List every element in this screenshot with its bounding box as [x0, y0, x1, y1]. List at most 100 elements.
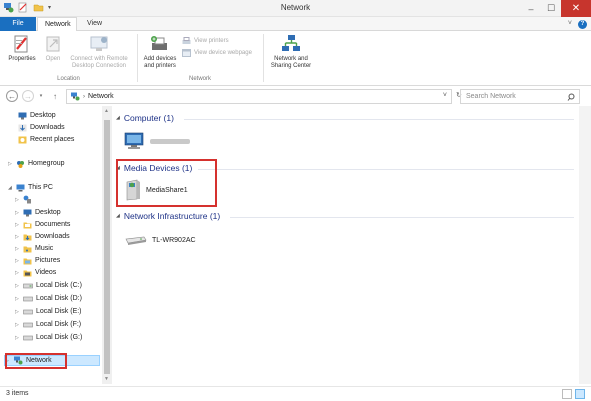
group-divider [184, 119, 574, 120]
navigation-bar: ← → ▾ ↑ › Network ˅ ↻ Search Network [0, 89, 591, 105]
expand-arrow-icon[interactable]: ▷ [15, 335, 20, 341]
expand-arrow-icon[interactable]: ▷ [15, 296, 20, 302]
group-header-network-infrastructure[interactable]: ◢ Network Infrastructure (1) [116, 211, 220, 221]
homegroup-icon [17, 160, 24, 168]
properties-button[interactable]: Properties [5, 34, 39, 63]
open-button[interactable]: Open [40, 34, 66, 63]
search-input[interactable]: Search Network [460, 89, 580, 104]
open-icon [46, 36, 60, 52]
nav-item-local-disk-e[interactable]: ▷ Local Disk (E:) [15, 306, 82, 317]
address-bar[interactable]: › Network ˅ [66, 89, 452, 104]
view-printers-button[interactable]: View printers [182, 37, 229, 45]
nav-item-documents[interactable]: ▷ Documents [15, 219, 70, 230]
desktop-icon [18, 112, 27, 119]
router-label: TL-WR902AC [152, 236, 196, 244]
expand-arrow-icon[interactable]: ▷ [15, 283, 20, 289]
nav-item-label: Local Disk (E:) [36, 308, 82, 315]
nav-item-label: Local Disk (G:) [36, 334, 83, 341]
open-label: Open [45, 56, 61, 62]
expand-arrow-icon[interactable]: ▷ [15, 258, 20, 264]
view-printers-label: View printers [194, 38, 229, 44]
ribbon-expand-icon[interactable]: ˅ [568, 20, 572, 29]
group-header-label: Computer (1) [123, 113, 174, 123]
network-sharing-center-button[interactable]: Network and Sharing Center [266, 34, 316, 70]
forward-button[interactable]: → [22, 90, 34, 102]
collapse-group-icon[interactable]: ◢ [116, 213, 120, 219]
drive-icon [23, 296, 33, 301]
nav-item-pictures[interactable]: ▷ Pictures [15, 255, 60, 266]
up-button[interactable]: ↑ [49, 90, 61, 102]
nav-item-local-disk-f[interactable]: ▷ Local Disk (F:) [15, 319, 81, 330]
remote-desktop-icon [90, 36, 108, 51]
nav-item-label: Music [35, 245, 54, 252]
minimize-button[interactable]: ‒ [521, 0, 541, 17]
search-icon[interactable] [567, 93, 575, 101]
videos-icon [23, 270, 32, 276]
nav-item-homegroup[interactable]: ▷ Homegroup [8, 158, 65, 169]
add-devices-button[interactable]: Add devices and printers [139, 34, 181, 70]
maximize-button[interactable]: ☐ [541, 0, 561, 17]
drive-icon [23, 309, 33, 314]
collapse-group-icon[interactable]: ◢ [116, 115, 120, 121]
nav-item-videos[interactable]: ▷ Videos [15, 267, 56, 278]
expand-arrow-icon[interactable]: ▷ [15, 322, 20, 328]
expand-arrow-icon[interactable]: ▷ [15, 270, 20, 276]
group-header-label: Network Infrastructure (1) [123, 211, 221, 221]
computer-item[interactable] [124, 132, 190, 150]
nav-item-downloads-quick[interactable]: Downloads [18, 122, 65, 133]
scroll-down-icon[interactable]: ▼ [104, 376, 109, 382]
expand-arrow-icon[interactable]: ▷ [15, 222, 20, 228]
nav-item-desktop-quick[interactable]: Desktop [18, 110, 56, 121]
group-header-computer[interactable]: ◢ Computer (1) [116, 113, 174, 123]
details-view-icon[interactable] [562, 389, 572, 399]
collapse-arrow-icon[interactable]: ◢ [8, 185, 13, 191]
search-placeholder: Search Network [466, 93, 516, 100]
close-button[interactable]: ✕ [561, 0, 591, 17]
expand-arrow-icon[interactable]: ▷ [15, 210, 20, 216]
address-dropdown-icon[interactable]: ˅ [443, 92, 447, 99]
nav-item-music[interactable]: ▷ Music [15, 243, 53, 254]
nav-item-label: Desktop [30, 112, 56, 119]
large-icons-view-icon[interactable] [575, 389, 585, 399]
content-scrollbar[interactable] [579, 106, 591, 384]
network-infrastructure-item[interactable]: TL-WR902AC [124, 234, 196, 246]
nav-item-local-disk-c[interactable]: ▷ Local Disk (C:) [15, 280, 82, 291]
nav-item-local-disk-d[interactable]: ▷ Local Disk (D:) [15, 293, 82, 304]
device-icon [23, 195, 31, 204]
ribbon-separator [263, 34, 264, 82]
ribbon: Properties Open Connect with Remote Desk… [0, 31, 591, 86]
add-devices-icon [151, 36, 167, 50]
recent-locations-button[interactable]: ▾ [35, 90, 47, 102]
webpage-icon [182, 49, 191, 57]
nav-item-recent-places[interactable]: Recent places [18, 134, 74, 145]
expand-arrow-icon[interactable]: ▷ [15, 197, 20, 203]
nav-pane-scrollbar[interactable]: ▲ ▼ [102, 106, 112, 384]
properties-label: Properties [8, 56, 36, 62]
remote-desktop-button[interactable]: Connect with Remote Desktop Connection [64, 34, 134, 70]
expand-arrow-icon[interactable]: ▷ [8, 161, 13, 167]
view-device-webpage-button[interactable]: View device webpage [182, 49, 252, 57]
tab-view[interactable]: View [80, 17, 108, 31]
expand-arrow-icon[interactable]: ▷ [15, 246, 20, 252]
breadcrumb-separator-icon[interactable]: › [83, 94, 85, 100]
tab-file[interactable]: File [0, 17, 36, 31]
expand-arrow-icon[interactable]: ▷ [15, 234, 20, 240]
nav-item-this-pc[interactable]: ◢ This PC [8, 182, 53, 193]
nav-item-local-disk-g[interactable]: ▷ Local Disk (G:) [15, 332, 82, 343]
expand-arrow-icon[interactable]: ▷ [15, 309, 20, 315]
network-sharing-center-icon [282, 35, 300, 51]
help-icon[interactable]: ? [578, 20, 587, 29]
scroll-up-icon[interactable]: ▲ [104, 108, 109, 114]
tab-network[interactable]: Network [37, 17, 77, 32]
nav-item-downloads[interactable]: ▷ Downloads [15, 231, 70, 242]
nav-item-desktop[interactable]: ▷ Desktop [15, 207, 61, 218]
nav-item-phone[interactable]: ▷ [15, 194, 35, 205]
title-bar: ▾ Network ‒ ☐ ✕ [0, 0, 591, 17]
back-button[interactable]: ← [6, 90, 18, 102]
address-path[interactable]: Network [88, 93, 114, 100]
nav-item-label: Documents [35, 221, 71, 228]
network-group-label: Network [188, 76, 211, 82]
recent-places-icon [18, 136, 27, 143]
nav-scroll-thumb[interactable] [104, 120, 110, 374]
status-bar: 3 items [0, 386, 591, 401]
